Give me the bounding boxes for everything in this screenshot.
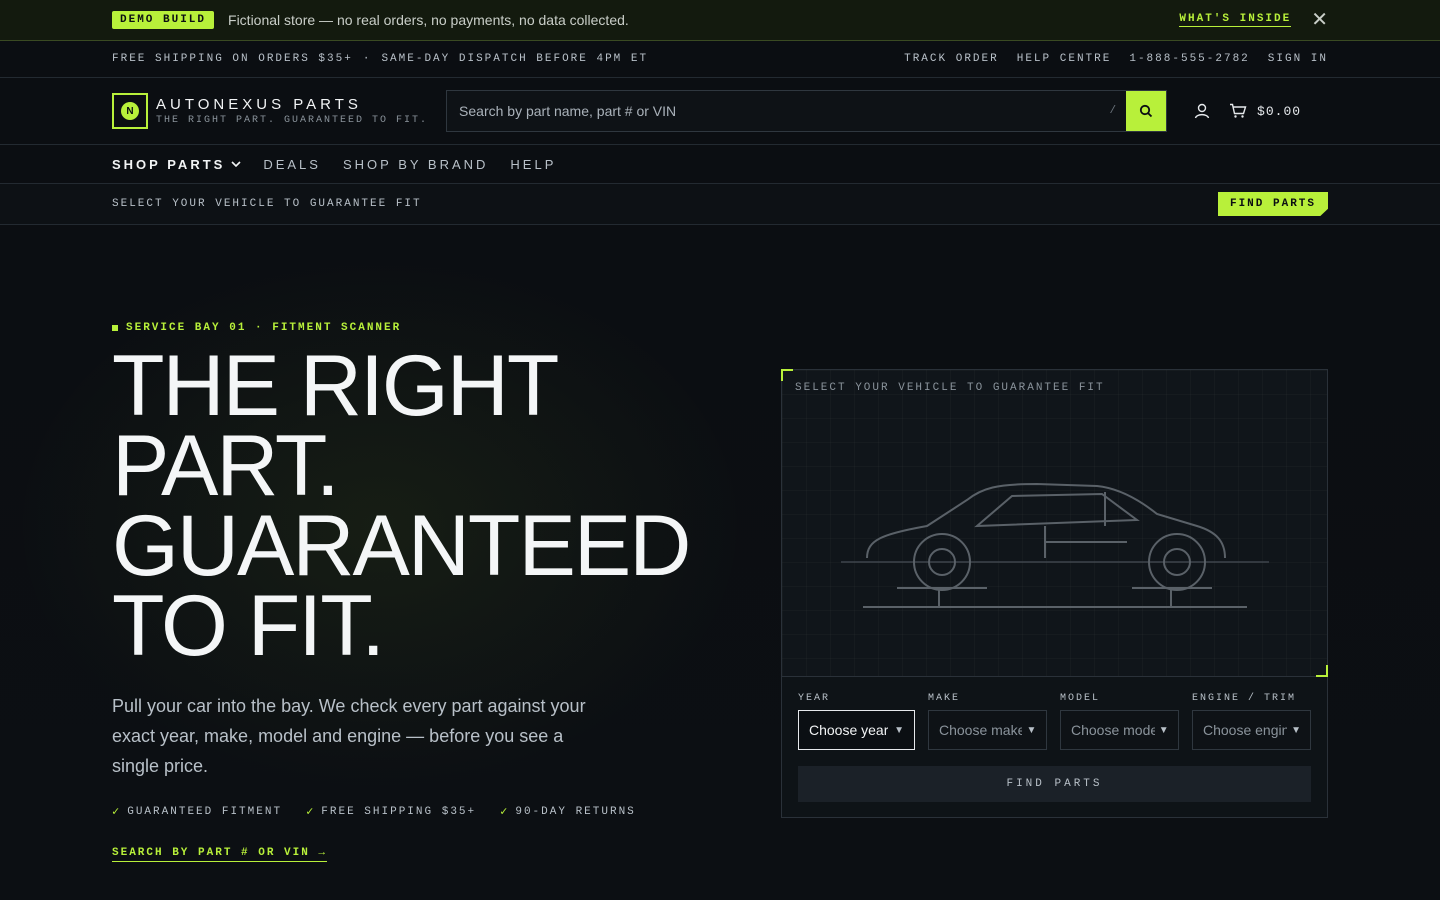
vehicle-strip-label: SELECT YOUR VEHICLE TO GUARANTEE FIT bbox=[112, 198, 422, 210]
model-select[interactable]: Choose model ▼ bbox=[1060, 710, 1179, 750]
fitment-scanner-panel: SELECT YOUR VEHICLE TO GUARANTEE FIT YEA… bbox=[781, 369, 1328, 818]
chevron-down-icon: ▼ bbox=[1026, 724, 1036, 736]
hero-headline: THE RIGHT PART. GUARANTEED TO FIT. bbox=[112, 338, 752, 674]
chevron-down-icon bbox=[231, 161, 241, 167]
header-actions: $0.00 bbox=[1193, 102, 1301, 120]
engine-field: ENGINE / TRIM Choose engine ▼ bbox=[1192, 693, 1311, 750]
corner-bracket-icon bbox=[1316, 665, 1328, 677]
perk-label: FREE SHIPPING $35+ bbox=[321, 805, 477, 818]
vehicle-strip: SELECT YOUR VEHICLE TO GUARANTEE FIT FIN… bbox=[0, 184, 1440, 225]
close-icon[interactable]: ✕ bbox=[1311, 10, 1328, 30]
account-icon[interactable] bbox=[1193, 102, 1211, 120]
dispatch-note: SAME-DAY DISPATCH BEFORE 4PM ET bbox=[381, 53, 649, 65]
year-select[interactable]: Choose year ▼ bbox=[798, 710, 915, 750]
check-icon: ✓ bbox=[306, 805, 316, 819]
logo-mark: N bbox=[112, 93, 148, 129]
headline-line: GUARANTEED bbox=[112, 498, 691, 594]
make-field: MAKE Choose make ▼ bbox=[928, 693, 1047, 750]
utility-links: TRACK ORDER HELP CENTRE 1-888-555-2782 S… bbox=[904, 53, 1328, 65]
model-label: MODEL bbox=[1060, 693, 1101, 704]
demo-badge: DEMO BUILD bbox=[112, 11, 215, 29]
track-order-link[interactable]: TRACK ORDER bbox=[904, 53, 999, 65]
hero-eyebrow: SERVICE BAY 01 · FITMENT SCANNER bbox=[112, 322, 401, 334]
search-button[interactable] bbox=[1126, 91, 1167, 131]
demo-text: Fictional store — no real orders, no pay… bbox=[228, 12, 629, 28]
vehicle-fields: YEAR Choose year ▼ MAKE Choose make ▼ MO… bbox=[782, 677, 1327, 750]
site-header: N AUTONEXUS PARTS THE RIGHT PART. GUARAN… bbox=[0, 78, 1440, 145]
perk-item: ✓ 90-DAY RETURNS bbox=[500, 804, 636, 819]
cart-icon bbox=[1230, 103, 1247, 118]
scanner-display: SELECT YOUR VEHICLE TO GUARANTEE FIT bbox=[781, 369, 1328, 677]
main-nav: SHOP PARTS DEALS SHOP BY BRAND HELP bbox=[0, 145, 1440, 184]
utility-bar: FREE SHIPPING ON ORDERS $35+ · SAME-DAY … bbox=[0, 41, 1440, 78]
logo-text: AUTONEXUS PARTS THE RIGHT PART. GUARANTE… bbox=[156, 96, 428, 126]
search-shortcut-hint: / bbox=[1109, 105, 1117, 117]
model-field: MODEL Choose model ▼ bbox=[1060, 693, 1179, 750]
nav-deals[interactable]: DEALS bbox=[263, 157, 321, 172]
utility-separator: · bbox=[362, 53, 372, 65]
phone-link[interactable]: 1-888-555-2782 bbox=[1129, 53, 1249, 65]
year-value: Choose year bbox=[809, 722, 889, 738]
headline-line: PART. bbox=[112, 418, 340, 514]
scanner-label: SELECT YOUR VEHICLE TO GUARANTEE FIT bbox=[795, 382, 1105, 394]
search-icon bbox=[1139, 104, 1153, 118]
make-value: Choose make bbox=[939, 722, 1023, 738]
utility-promos: FREE SHIPPING ON ORDERS $35+ · SAME-DAY … bbox=[112, 53, 648, 65]
demo-banner: DEMO BUILD Fictional store — no real ord… bbox=[0, 0, 1440, 41]
search-by-part-link[interactable]: SEARCH BY PART # OR VIN → bbox=[112, 847, 328, 862]
perk-label: 90-DAY RETURNS bbox=[515, 805, 636, 818]
headline-line: THE RIGHT bbox=[112, 338, 559, 434]
logo-name: AUTONEXUS PARTS bbox=[156, 96, 362, 113]
cart-total: $0.00 bbox=[1257, 103, 1302, 119]
logo-tagline: THE RIGHT PART. GUARANTEED TO FIT. bbox=[156, 115, 429, 126]
hero-section: SERVICE BAY 01 · FITMENT SCANNER THE RIG… bbox=[0, 225, 1440, 900]
check-icon: ✓ bbox=[112, 805, 122, 819]
make-label: MAKE bbox=[928, 693, 961, 704]
perk-label: GUARANTEED FITMENT bbox=[127, 805, 283, 818]
headline-line: TO FIT. bbox=[112, 578, 385, 674]
sign-in-link[interactable]: SIGN IN bbox=[1268, 53, 1328, 65]
demo-actions: WHAT'S INSIDE ✕ bbox=[1179, 10, 1328, 30]
engine-label: ENGINE / TRIM bbox=[1192, 693, 1297, 704]
corner-bracket-icon bbox=[781, 369, 793, 381]
help-centre-link[interactable]: HELP CENTRE bbox=[1017, 53, 1112, 65]
perk-item: ✓ FREE SHIPPING $35+ bbox=[306, 804, 476, 819]
make-select[interactable]: Choose make ▼ bbox=[928, 710, 1047, 750]
eyebrow-text: SERVICE BAY 01 · FITMENT SCANNER bbox=[126, 322, 402, 334]
strip-find-parts-button[interactable]: FIND PARTS bbox=[1217, 192, 1328, 216]
find-parts-button[interactable]: FIND PARTS bbox=[798, 766, 1311, 802]
eyebrow-square-icon bbox=[112, 325, 118, 331]
chevron-down-icon: ▼ bbox=[1158, 724, 1168, 736]
car-outline-icon bbox=[841, 482, 1269, 608]
free-shipping-note: FREE SHIPPING ON ORDERS $35+ bbox=[112, 53, 353, 65]
nav-shop-by-brand[interactable]: SHOP BY BRAND bbox=[343, 157, 488, 172]
check-icon: ✓ bbox=[500, 805, 510, 819]
engine-value: Choose engine bbox=[1203, 722, 1287, 738]
hero-lede: Pull your car into the bay. We check eve… bbox=[112, 696, 586, 776]
model-value: Choose model bbox=[1071, 722, 1155, 738]
nav-help[interactable]: HELP bbox=[510, 157, 556, 172]
nav-shop-parts-label: SHOP PARTS bbox=[112, 156, 226, 172]
chevron-down-icon: ▼ bbox=[1291, 725, 1300, 736]
search-input[interactable] bbox=[447, 91, 1100, 131]
logo[interactable]: N AUTONEXUS PARTS THE RIGHT PART. GUARAN… bbox=[112, 93, 428, 129]
cart-button[interactable]: $0.00 bbox=[1229, 103, 1301, 119]
whats-inside-link[interactable]: WHAT'S INSIDE bbox=[1179, 13, 1292, 27]
year-field: YEAR Choose year ▼ bbox=[798, 693, 915, 750]
engine-select[interactable]: Choose engine ▼ bbox=[1192, 710, 1311, 750]
perk-item: ✓ GUARANTEED FITMENT bbox=[112, 804, 282, 819]
year-label: YEAR bbox=[798, 693, 831, 704]
chevron-down-icon: ▼ bbox=[894, 724, 904, 736]
hero-perks: ✓ GUARANTEED FITMENT ✓ FREE SHIPPING $35… bbox=[112, 804, 636, 819]
search-bar: / bbox=[446, 90, 1168, 132]
logo-badge-icon: N bbox=[121, 102, 139, 120]
nav-shop-parts[interactable]: SHOP PARTS bbox=[112, 157, 241, 172]
